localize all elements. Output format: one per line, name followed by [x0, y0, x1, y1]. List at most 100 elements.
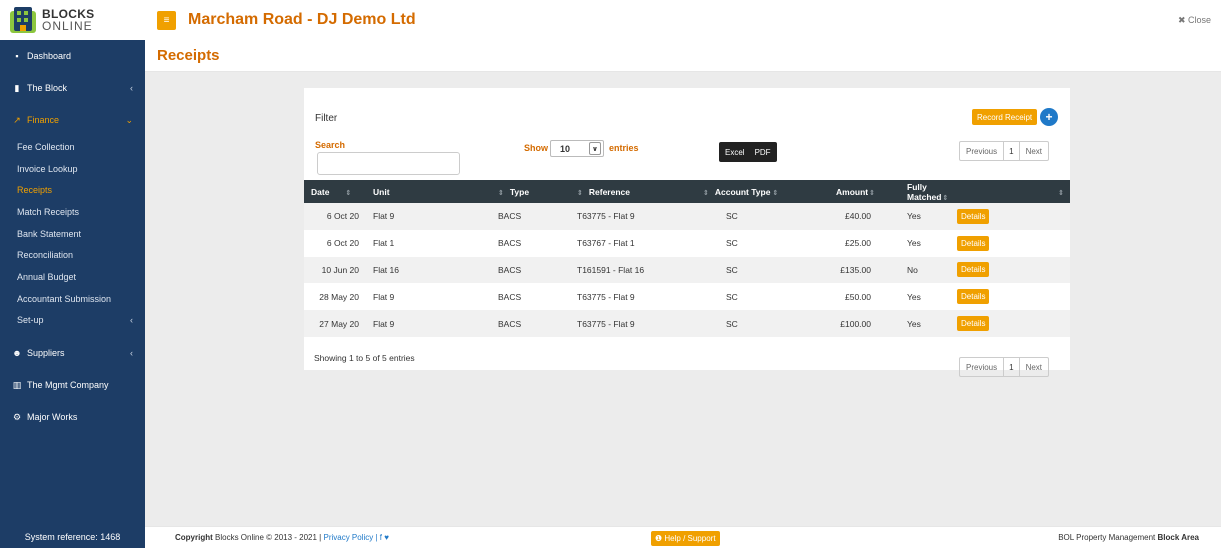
sidebar-subitem-invoice-lookup[interactable]: Invoice Lookup	[0, 158, 145, 180]
sidebar-subitem-bank-statement[interactable]: Bank Statement	[0, 223, 145, 245]
cell-fully-matched: Yes	[883, 203, 955, 230]
sidebar-item-mgmt-company[interactable]: ▥ The Mgmt Company	[0, 369, 145, 401]
details-button[interactable]: Details	[957, 208, 990, 224]
sidebar-item-major-works[interactable]: ⚙ Major Works	[0, 401, 145, 433]
sidebar-item-finance[interactable]: ↗ Finance ⌄	[0, 104, 145, 136]
sidebar-subitem-label: Set-up	[17, 315, 44, 326]
sidebar-item-label: Dashboard	[27, 51, 72, 61]
cell-amount: £50.00	[793, 283, 883, 311]
sidebar-item-suppliers[interactable]: ☻ Suppliers ‹	[0, 337, 145, 369]
excel-button[interactable]: Excel	[725, 148, 745, 157]
table-header-row: Date ⇕ Unit ⇕ Type ⇕ Reference ⇕ Account Typ…	[304, 180, 1070, 203]
sidebar-item-dashboard[interactable]: ▪ Dashboard	[0, 40, 145, 72]
cell-actions: Details	[955, 283, 1070, 311]
sidebar-item-label: The Block	[27, 83, 68, 93]
social-icons[interactable]: | f ♥	[373, 533, 390, 542]
sort-icon: ⇕	[942, 194, 949, 202]
cell-fully-matched: No	[883, 256, 955, 284]
top-bar: ≡ Marcham Road - DJ Demo Ltd ✖ Close	[145, 0, 1221, 40]
table-row: 6 Oct 20 Flat 1 BACS T63767 - Flat 1 SC …	[304, 229, 1070, 257]
pdf-button[interactable]: PDF	[755, 148, 771, 157]
sidebar-subitem-annual-budget[interactable]: Annual Budget	[0, 266, 145, 288]
cell-reference: T63775 - Flat 9	[570, 283, 696, 311]
copyright: Copyright Blocks Online © 2013 - 2021 | …	[175, 533, 389, 542]
col-type[interactable]: ⇕ Type	[491, 180, 570, 203]
cell-unit: Flat 9	[366, 283, 491, 311]
cell-unit: Flat 9	[366, 310, 491, 337]
cell-amount: £25.00	[793, 229, 883, 257]
logo-line2: ONLINE	[42, 19, 93, 33]
table-row: 28 May 20 Flat 9 BACS T63775 - Flat 9 SC…	[304, 283, 1070, 311]
menu-toggle-button[interactable]: ≡	[157, 10, 176, 30]
col-fully-matched[interactable]: Fully Matched⇕	[883, 180, 955, 203]
search-input[interactable]	[317, 152, 460, 175]
sidebar: BLOCKS ONLINE ▪ Dashboard ▮ The Block ‹ …	[0, 0, 145, 548]
bol-area-label: BOL Property Management Block Area	[1058, 533, 1199, 542]
sidebar-subitem-set-up[interactable]: Set-up ‹	[0, 310, 145, 332]
col-unit[interactable]: Unit	[366, 180, 491, 203]
col-account-type[interactable]: ⇕ Account Type ⇕	[696, 180, 793, 203]
show-label: Show	[524, 143, 548, 153]
sidebar-item-label: Major Works	[27, 412, 78, 423]
pagination-top: Previous 1 Next	[959, 141, 1050, 161]
cell-date: 28 May 20	[304, 283, 366, 311]
entries-select[interactable]: 10 ∨	[550, 140, 604, 157]
previous-button[interactable]: Previous	[960, 142, 1003, 160]
privacy-policy-link[interactable]: Privacy Policy	[323, 533, 373, 542]
sidebar-subitem-reconciliation[interactable]: Reconciliation	[0, 244, 145, 266]
cell-actions: Details	[955, 256, 1070, 284]
page-1-button[interactable]: 1	[1003, 358, 1020, 376]
sidebar-subitem-fee-collection[interactable]: Fee Collection	[0, 136, 145, 158]
sort-icon: ⇕	[703, 189, 709, 197]
page-title: Receipts	[157, 47, 220, 64]
sidebar-subitem-accountant-submission[interactable]: Accountant Submission	[0, 288, 145, 310]
sidebar-subitem-receipts[interactable]: Receipts	[0, 179, 145, 201]
cell-actions: Details	[955, 310, 1070, 337]
cell-account-type: SC	[696, 310, 793, 337]
help-support-button[interactable]: ❶ Help / Support	[651, 531, 720, 546]
page-header: Receipts	[145, 40, 1221, 72]
cell-type: BACS	[491, 283, 570, 311]
chevron-down-icon: ⌄	[125, 114, 133, 125]
next-button[interactable]: Next	[1020, 358, 1048, 376]
sidebar-subitem-match-receipts[interactable]: Match Receipts	[0, 201, 145, 223]
cell-fully-matched: Yes	[883, 283, 955, 311]
previous-button[interactable]: Previous	[960, 358, 1003, 376]
col-reference[interactable]: ⇕ Reference	[570, 180, 696, 203]
sidebar-nav: ▪ Dashboard ▮ The Block ‹ ↗ Finance ⌄ Fe…	[0, 40, 145, 433]
col-actions[interactable]: ⇕	[955, 180, 1070, 203]
col-amount[interactable]: Amount⇕	[793, 180, 883, 203]
bol-text: BOL Property Management	[1058, 533, 1158, 542]
cell-reference: T63775 - Flat 9	[570, 203, 696, 230]
bank-icon: ▥	[12, 379, 22, 390]
details-button[interactable]: Details	[957, 316, 990, 332]
sort-icon: ⇕	[869, 189, 875, 197]
entries-label: entries	[609, 143, 639, 153]
details-button[interactable]: Details	[957, 262, 990, 278]
sort-icon: ⇕	[772, 189, 779, 197]
receipts-table: Date ⇕ Unit ⇕ Type ⇕ Reference ⇕ Account Typ…	[304, 180, 1070, 337]
showing-entries-info: Showing 1 to 5 of 5 entries	[314, 353, 415, 363]
details-button[interactable]: Details	[957, 289, 990, 305]
close-button[interactable]: ✖ Close	[1178, 15, 1211, 26]
cell-fully-matched: Yes	[883, 310, 955, 337]
next-button[interactable]: Next	[1020, 142, 1048, 160]
cell-type: BACS	[491, 203, 570, 230]
export-buttons: Excel PDF	[719, 142, 777, 162]
footer: Copyright Blocks Online © 2013 - 2021 | …	[145, 526, 1221, 548]
sort-icon: ⇕	[498, 189, 504, 197]
page-1-button[interactable]: 1	[1003, 142, 1020, 160]
cell-account-type: SC	[696, 256, 793, 284]
cogs-icon: ⚙	[12, 411, 22, 422]
cell-date: 6 Oct 20	[304, 229, 366, 257]
cell-unit: Flat 9	[366, 203, 491, 230]
logo[interactable]: BLOCKS ONLINE	[0, 0, 145, 40]
filter-label: Filter	[315, 113, 338, 124]
sort-icon: ⇕	[1058, 189, 1064, 197]
receipts-panel: Filter Record Receipt + Search Show 10 ∨…	[304, 88, 1070, 377]
details-button[interactable]: Details	[957, 235, 990, 251]
add-icon[interactable]: +	[1040, 108, 1058, 126]
col-date[interactable]: Date ⇕	[304, 180, 366, 203]
sidebar-item-the-block[interactable]: ▮ The Block ‹	[0, 72, 145, 104]
record-receipt-button[interactable]: Record Receipt	[972, 109, 1038, 125]
